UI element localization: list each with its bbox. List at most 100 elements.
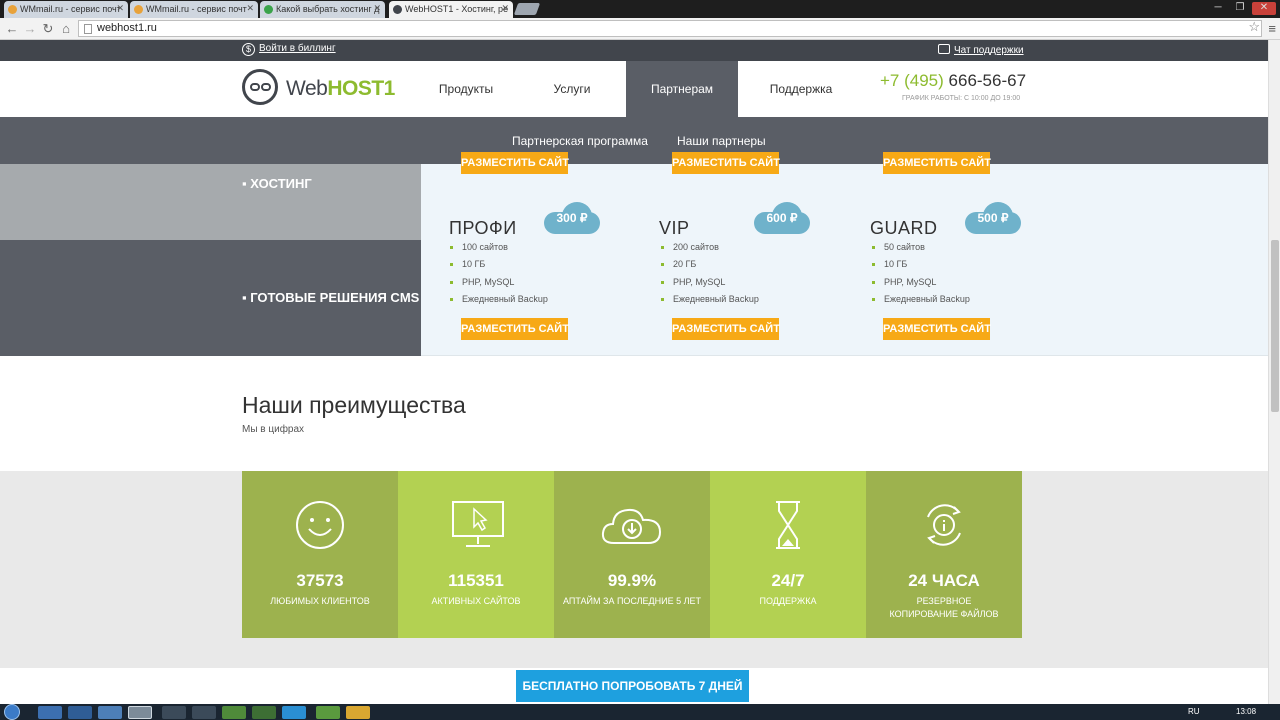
plan-feature: 200 сайтов xyxy=(661,242,719,252)
plan-feature: Ежедневный Backup xyxy=(872,294,970,304)
start-button[interactable] xyxy=(4,704,20,720)
top-strip: $ Войти в биллинг Чат поддержки xyxy=(0,40,1268,61)
monitor-icon xyxy=(452,501,504,547)
favicon-icon xyxy=(264,5,273,14)
minimize-icon[interactable]: ─ xyxy=(1208,2,1228,15)
page-scrollbar[interactable] xyxy=(1268,40,1280,704)
back-icon[interactable]: ← xyxy=(4,21,20,36)
plan-feature: PHP, MySQL xyxy=(660,277,726,287)
browser-tab[interactable]: WMmail.ru - сервис почт ✕ xyxy=(4,1,128,18)
taskbar-app-icon[interactable] xyxy=(68,706,92,719)
host-site-button[interactable]: РАЗМЕСТИТЬ САЙТ xyxy=(672,318,780,340)
stat-clients: 37573 ЛЮБИМЫХ КЛИЕНТОВ xyxy=(242,471,398,638)
scrollbar-thumb[interactable] xyxy=(1271,240,1279,412)
section-subtitle: Мы в цифрах xyxy=(242,424,305,435)
free-trial-button[interactable]: БЕСПЛАТНО ПОПРОБОВАТЬ 7 ДНЕЙ xyxy=(516,670,749,702)
browser-tab[interactable]: WMmail.ru - сервис почт ✕ xyxy=(130,1,258,18)
address-bar-row: ← → ↻ ⌂ webhost1.ru ☆ ≡ xyxy=(0,18,1280,40)
plan-price: 600 ₽ xyxy=(766,211,798,225)
close-tab-icon[interactable]: ✕ xyxy=(373,3,381,14)
category-cms[interactable]: ▪ ГОТОВЫЕ РЕШЕНИЯ CMS xyxy=(0,240,421,356)
bookmark-star-icon[interactable]: ☆ xyxy=(1248,19,1260,35)
host-site-button[interactable]: РАЗМЕСТИТЬ САЙТ xyxy=(672,152,780,174)
plan-feature: PHP, MySQL xyxy=(449,277,515,287)
nav-services[interactable]: Услуги xyxy=(530,61,614,117)
close-tab-icon[interactable]: ✕ xyxy=(116,3,124,14)
restore-icon[interactable]: ❐ xyxy=(1230,2,1250,15)
plan-cards-area: РАЗМЕСТИТЬ САЙТ РАЗМЕСТИТЬ САЙТ РАЗМЕСТИ… xyxy=(421,152,1268,356)
stat-value: 99.9% xyxy=(607,571,657,590)
close-tab-icon[interactable]: ✕ xyxy=(501,3,509,14)
host-site-button[interactable]: РАЗМЕСТИТЬ САЙТ xyxy=(461,152,569,174)
taskbar-app-icon[interactable] xyxy=(98,706,122,719)
stat-backup: 24 ЧАСА РЕЗЕРВНОЕ КОПИРОВАНИЕ ФАЙЛОВ xyxy=(866,471,1022,638)
cloud-download-icon xyxy=(601,508,662,544)
taskbar-app-icon[interactable] xyxy=(162,706,186,719)
favicon-icon xyxy=(134,5,143,14)
web-page: $ Войти в биллинг Чат поддержки WebHOST1 … xyxy=(0,40,1268,704)
stat-label: ЛЮБИМЫХ КЛИЕНТОВ xyxy=(270,596,370,606)
taskbar-app-icon[interactable] xyxy=(252,706,276,719)
menu-icon[interactable]: ≡ xyxy=(1268,21,1276,36)
site-header: WebHOST1 Продукты Услуги Партнерам Подде… xyxy=(0,61,1268,117)
url-input[interactable]: webhost1.ru xyxy=(78,20,1262,37)
stat-support: 24/7 ПОДДЕРЖКА xyxy=(710,471,866,638)
browser-tab-active[interactable]: WebHOST1 - Хостинг, ре ✕ xyxy=(389,1,513,18)
taskbar-app-icon[interactable] xyxy=(282,706,306,719)
clock[interactable]: 13:08 xyxy=(1236,707,1256,716)
plan-name: GUARD xyxy=(870,218,938,238)
plan-feature: Ежедневный Backup xyxy=(661,294,759,304)
plans-section: ▪ ХОСТИНГ ▪ ГОТОВЫЕ РЕШЕНИЯ CMS РАЗМЕСТИ… xyxy=(0,152,1268,356)
browser-tab-bar: WMmail.ru - сервис почт ✕ WMmail.ru - се… xyxy=(0,0,1280,18)
forward-icon[interactable]: → xyxy=(22,21,38,36)
backup-cycle-icon xyxy=(927,504,961,546)
taskbar-browser-icon[interactable] xyxy=(128,706,152,719)
taskbar-app-icon[interactable] xyxy=(192,706,216,719)
stat-label: АКТИВНЫХ САЙТОВ xyxy=(431,596,521,606)
close-tab-icon[interactable]: ✕ xyxy=(246,3,254,14)
new-tab-button[interactable] xyxy=(513,3,541,15)
stat-value: 24/7 xyxy=(771,571,805,590)
taskbar-app-icon[interactable] xyxy=(222,706,246,719)
stat-label: РЕЗЕРВНОЕ КОПИРОВАНИЕ ФАЙЛОВ xyxy=(889,596,999,619)
plan-name: VIP xyxy=(659,218,690,238)
smiley-icon xyxy=(296,501,344,549)
plan-name: ПРОФИ xyxy=(449,218,517,238)
plan-feature: 100 сайтов xyxy=(450,242,508,252)
billing-link[interactable]: $ Войти в биллинг xyxy=(242,43,336,56)
section-title: Наши преимущества xyxy=(242,392,466,418)
stat-value: 24 ЧАСА xyxy=(908,571,980,590)
page-icon xyxy=(84,24,92,34)
stat-uptime: 99.9% АПТАЙМ ЗА ПОСЛЕДНИЕ 5 ЛЕТ xyxy=(554,471,710,638)
category-hosting[interactable]: ▪ ХОСТИНГ xyxy=(0,164,421,240)
price-cloud-icon: 600 ₽ xyxy=(754,202,810,234)
subnav-partner-program[interactable]: Партнерская программа xyxy=(512,134,648,148)
plan-feature: Ежедневный Backup xyxy=(450,294,548,304)
stat-sites: 115351 АКТИВНЫХ САЙТОВ xyxy=(398,471,554,638)
stat-value: 115351 xyxy=(448,571,504,590)
stat-label: ПОДДЕРЖКА xyxy=(759,596,817,606)
dollar-icon: $ xyxy=(242,43,255,56)
support-chat-link[interactable]: Чат поддержки xyxy=(938,44,1024,56)
plan-price: 500 ₽ xyxy=(977,211,1009,225)
home-icon[interactable]: ⌂ xyxy=(58,21,74,36)
taskbar-app-icon[interactable] xyxy=(346,706,370,719)
reload-icon[interactable]: ↻ xyxy=(40,21,56,37)
stat-value: 37573 xyxy=(296,571,344,590)
host-site-button[interactable]: РАЗМЕСТИТЬ САЙТ xyxy=(883,152,991,174)
taskbar-app-icon[interactable] xyxy=(316,706,340,719)
language-indicator[interactable]: RU xyxy=(1188,707,1200,716)
subnav-our-partners[interactable]: Наши партнеры xyxy=(677,134,766,148)
nav-support[interactable]: Поддержка xyxy=(754,61,848,117)
browser-tab[interactable]: Какой выбрать хостинг д ✕ xyxy=(260,1,385,18)
phone-number[interactable]: +7 (495) 666-56-67 xyxy=(880,71,1026,91)
nav-products[interactable]: Продукты xyxy=(420,61,512,117)
close-window-icon[interactable]: ✕ xyxy=(1252,2,1276,15)
work-hours: ГРАФИК РАБОТЫ: С 10:00 ДО 19:00 xyxy=(902,95,1021,102)
price-cloud-icon: 300 ₽ xyxy=(544,202,600,234)
nav-partners[interactable]: Партнерам xyxy=(626,61,738,117)
taskbar-app-icon[interactable] xyxy=(38,706,62,719)
host-site-button[interactable]: РАЗМЕСТИТЬ САЙТ xyxy=(461,318,569,340)
host-site-button[interactable]: РАЗМЕСТИТЬ САЙТ xyxy=(883,318,991,340)
plan-feature: PHP, MySQL xyxy=(871,277,937,287)
